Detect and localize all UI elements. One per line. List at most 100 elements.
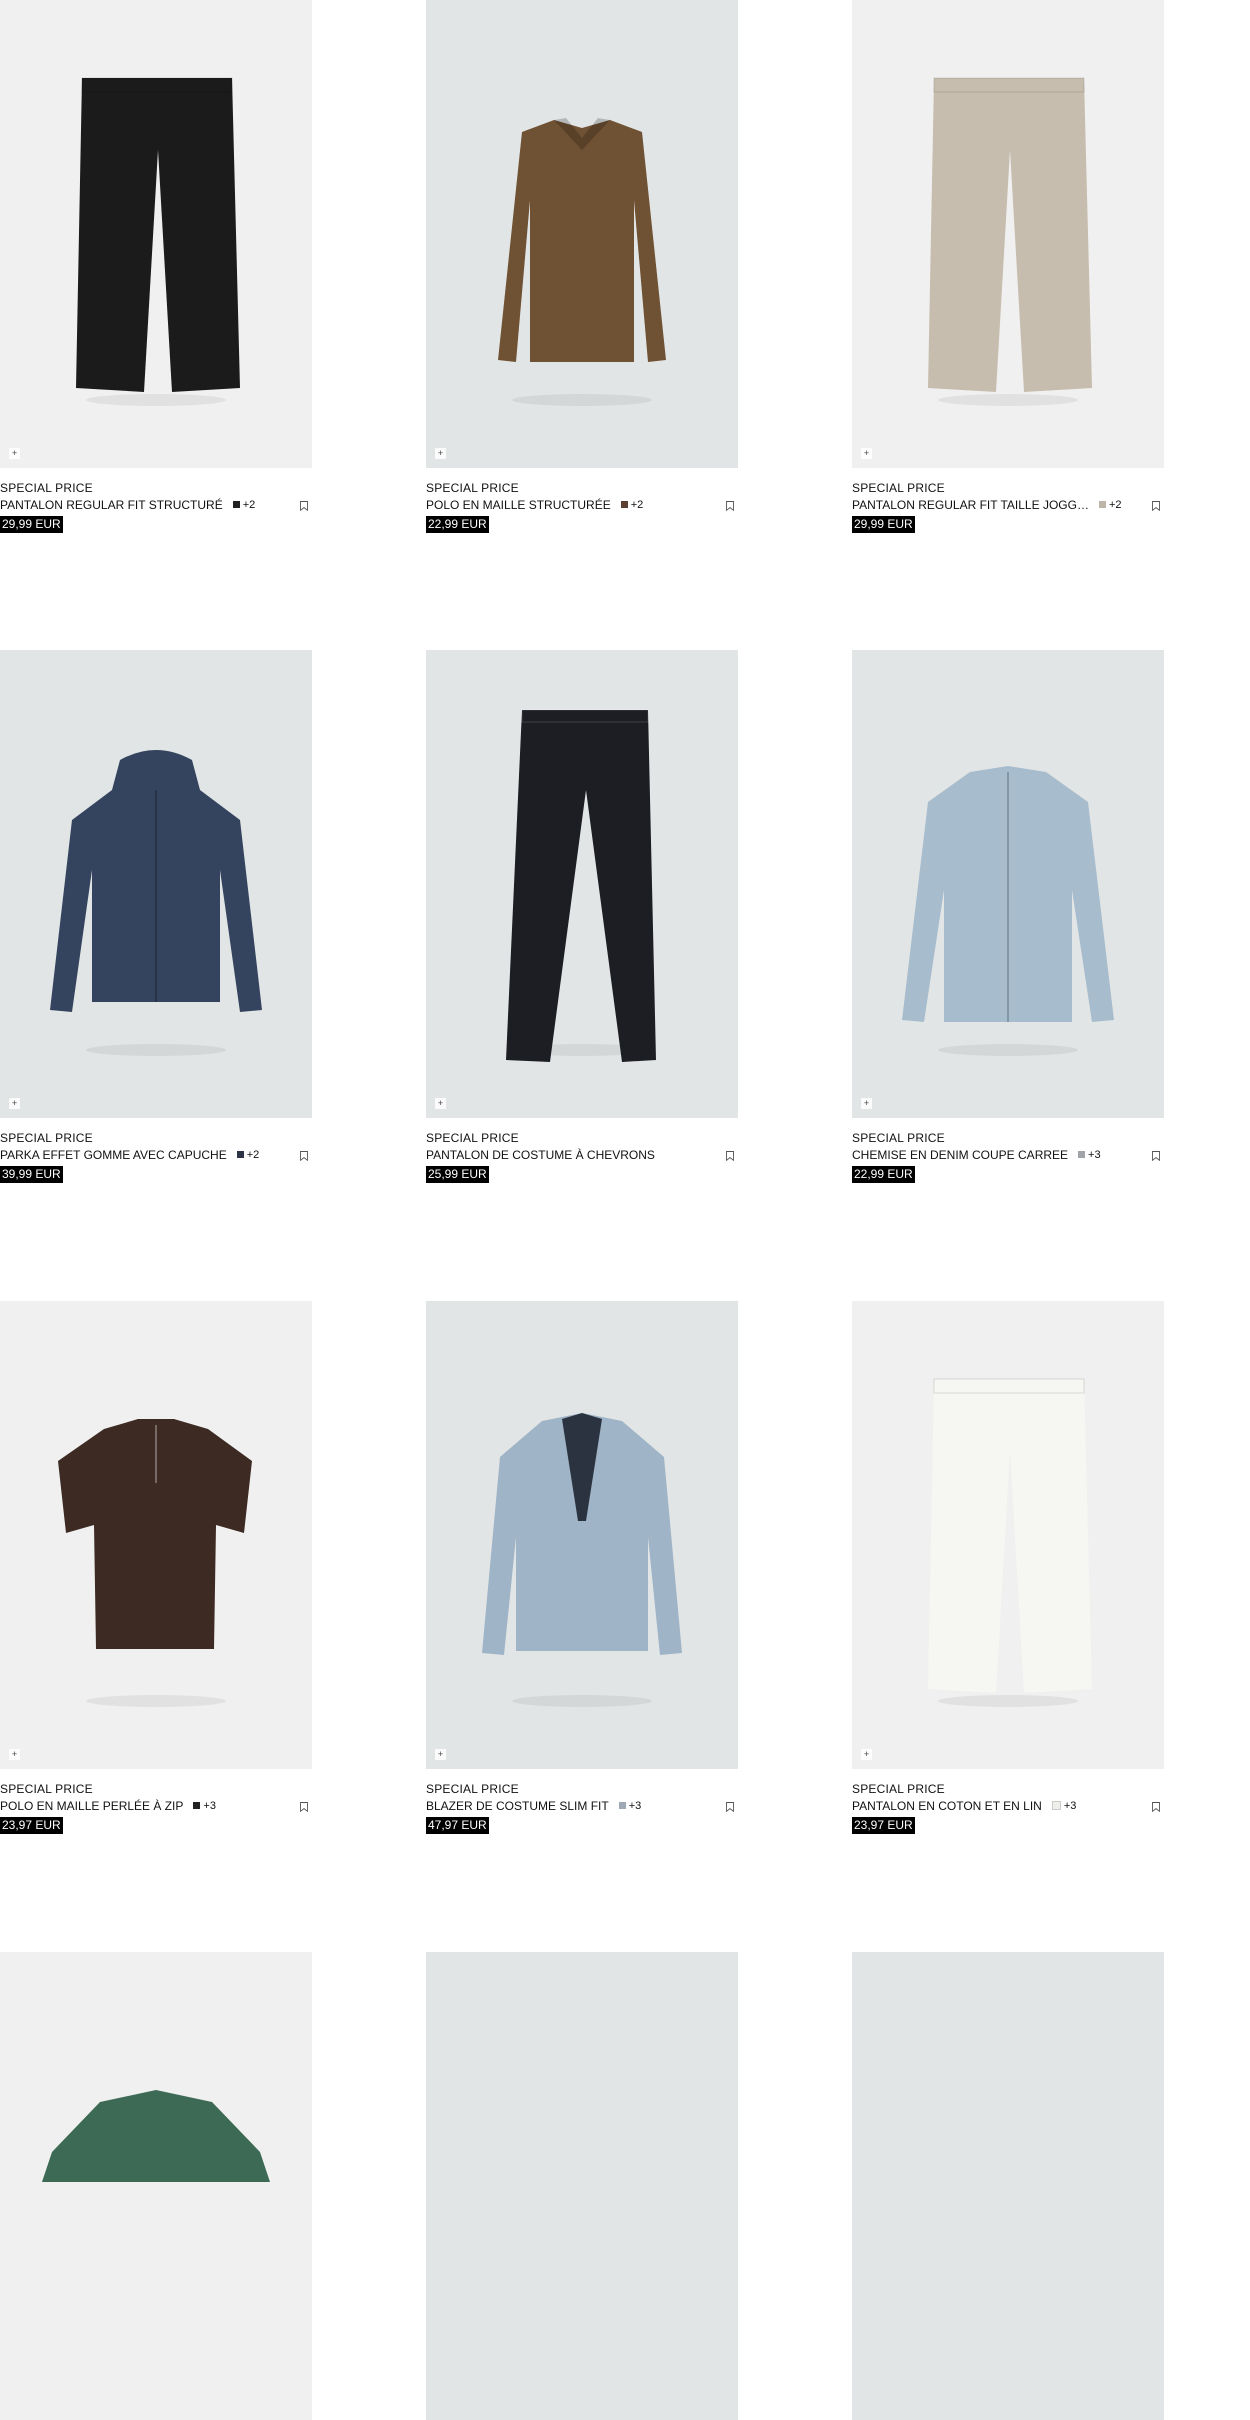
product-card[interactable] (0, 1952, 312, 2420)
garment-illustration (902, 766, 1114, 1056)
plus-icon[interactable]: + (861, 1098, 872, 1109)
special-price-tag: SPECIAL PRICE (852, 1131, 945, 1145)
product-image[interactable]: + (426, 1301, 738, 1769)
product-name[interactable]: PARKA EFFET GOMME AVEC CAPUCHE (0, 1146, 227, 1165)
product-name[interactable]: PANTALON EN COTON ET EN LIN (852, 1797, 1042, 1816)
product-name-row: CHEMISE EN DENIM COUPE CARREE +3 (852, 1146, 1164, 1165)
more-colors-count[interactable]: +3 (203, 1800, 216, 1812)
more-colors-count[interactable]: +3 (629, 1800, 642, 1812)
bookmark-icon[interactable] (1152, 501, 1160, 511)
product-card[interactable]: + SPECIAL PRICE PANTALON DE COSTUME À CHEV… (426, 650, 738, 1183)
color-swatch[interactable] (1051, 1801, 1061, 1811)
bookmark-icon[interactable] (1152, 1151, 1160, 1161)
price-label: 25,99 EUR (426, 1166, 489, 1183)
color-swatch[interactable] (1078, 1151, 1086, 1159)
garment-illustration (506, 709, 656, 1062)
product-name[interactable]: POLO EN MAILLE STRUCTURÉE (426, 496, 611, 515)
product-name-row: PANTALON DE COSTUME À CHEVRONS (426, 1146, 738, 1165)
product-image[interactable]: + (426, 0, 738, 468)
price-label: 39,99 EUR (0, 1166, 63, 1183)
bookmark-icon[interactable] (300, 501, 308, 511)
price-label: 22,99 EUR (852, 1166, 915, 1183)
product-card[interactable]: + SPECIAL PRICE CHEMISE EN DENIM COUPE CAR… (852, 650, 1164, 1183)
price-label: 23,97 EUR (852, 1817, 915, 1834)
plus-icon[interactable]: + (861, 448, 872, 459)
more-colors-count[interactable]: +2 (1109, 499, 1122, 511)
product-name[interactable]: PANTALON REGULAR FIT TAILLE JOGG… (852, 496, 1089, 515)
plus-icon[interactable]: + (9, 1098, 20, 1109)
price-label: 29,99 EUR (852, 516, 915, 533)
product-name-row: PANTALON REGULAR FIT TAILLE JOGG… +2 (852, 496, 1164, 515)
price-label: 23,97 EUR (0, 1817, 63, 1834)
product-name[interactable]: PANTALON REGULAR FIT STRUCTURÉ (0, 496, 223, 515)
more-colors-count[interactable]: +3 (1088, 1149, 1101, 1161)
special-price-tag: SPECIAL PRICE (426, 481, 519, 495)
garment-illustration (928, 77, 1092, 406)
product-name[interactable]: PANTALON DE COSTUME À CHEVRONS (426, 1146, 655, 1165)
plus-icon[interactable]: + (435, 1749, 446, 1760)
plus-icon[interactable]: + (435, 448, 446, 459)
product-grid: + SPECIAL PRICE PANTALON REGULAR FIT STRUC… (0, 0, 1250, 2420)
more-colors-count[interactable]: +2 (243, 499, 256, 511)
garment-illustration (852, 1952, 1164, 2420)
product-name-row: PANTALON EN COTON ET EN LIN +3 (852, 1797, 1164, 1816)
color-swatch[interactable] (236, 1151, 244, 1159)
product-card[interactable] (852, 1952, 1164, 2420)
garment-illustration (42, 2090, 270, 2182)
product-name[interactable]: BLAZER DE COSTUME SLIM FIT (426, 1797, 609, 1816)
bookmark-icon[interactable] (726, 501, 734, 511)
special-price-tag: SPECIAL PRICE (426, 1782, 519, 1796)
product-image[interactable]: + (0, 1301, 312, 1769)
product-image[interactable] (852, 1952, 1164, 2420)
product-card[interactable]: + SPECIAL PRICE PANTALON EN COTON ET EN LI… (852, 1301, 1164, 1834)
product-name-row: PARKA EFFET GOMME AVEC CAPUCHE +2 (0, 1146, 312, 1165)
more-colors-count[interactable]: +2 (631, 499, 644, 511)
plus-icon[interactable]: + (861, 1749, 872, 1760)
product-image[interactable]: + (426, 650, 738, 1118)
color-swatch[interactable] (620, 501, 628, 509)
product-image[interactable] (426, 1952, 738, 2420)
product-name-row: PANTALON REGULAR FIT STRUCTURÉ +2 (0, 496, 312, 515)
bookmark-icon[interactable] (726, 1151, 734, 1161)
product-name-row: BLAZER DE COSTUME SLIM FIT +3 (426, 1797, 738, 1816)
plus-icon[interactable]: + (9, 448, 20, 459)
product-card[interactable]: + SPECIAL PRICE PANTALON REGULAR FIT TAILL… (852, 0, 1164, 533)
product-image[interactable]: + (852, 1301, 1164, 1769)
product-card[interactable]: + SPECIAL PRICE BLAZER DE COSTUME SLIM FIT… (426, 1301, 738, 1834)
more-colors-count[interactable]: +3 (1064, 1800, 1077, 1812)
color-swatch[interactable] (618, 1802, 626, 1810)
color-swatch[interactable] (193, 1802, 201, 1810)
bookmark-icon[interactable] (726, 1802, 734, 1812)
bookmark-icon[interactable] (300, 1151, 308, 1161)
price-label: 29,99 EUR (0, 516, 63, 533)
product-card[interactable]: + SPECIAL PRICE POLO EN MAILLE STRUCTURÉE +… (426, 0, 738, 533)
product-image[interactable]: + (0, 650, 312, 1118)
product-image[interactable]: + (0, 0, 312, 468)
product-name[interactable]: POLO EN MAILLE PERLÉE À ZIP (0, 1797, 183, 1816)
product-name[interactable]: CHEMISE EN DENIM COUPE CARREE (852, 1146, 1068, 1165)
bookmark-icon[interactable] (1152, 1802, 1160, 1812)
color-swatch[interactable] (1098, 501, 1106, 509)
special-price-tag: SPECIAL PRICE (0, 1131, 93, 1145)
product-card[interactable]: + SPECIAL PRICE POLO EN MAILLE PERLÉE À ZI… (0, 1301, 312, 1834)
plus-icon[interactable]: + (435, 1098, 446, 1109)
garment-illustration (50, 750, 262, 1056)
product-card[interactable]: + SPECIAL PRICE PANTALON REGULAR FIT STRUC… (0, 0, 312, 533)
special-price-tag: SPECIAL PRICE (0, 481, 93, 495)
more-colors-count[interactable]: +2 (247, 1149, 260, 1161)
product-name-row: POLO EN MAILLE PERLÉE À ZIP +3 (0, 1797, 312, 1816)
garment-illustration (928, 1378, 1092, 1707)
bookmark-icon[interactable] (300, 1802, 308, 1812)
product-image[interactable] (0, 1952, 312, 2420)
garment-illustration (76, 77, 240, 406)
price-label: 22,99 EUR (426, 516, 489, 533)
garment-illustration (426, 1952, 738, 2420)
special-price-tag: SPECIAL PRICE (0, 1782, 93, 1796)
special-price-tag: SPECIAL PRICE (852, 1782, 945, 1796)
product-card[interactable]: + SPECIAL PRICE PARKA EFFET GOMME AVEC CAP… (0, 650, 312, 1183)
plus-icon[interactable]: + (9, 1749, 20, 1760)
product-image[interactable]: + (852, 0, 1164, 468)
product-image[interactable]: + (852, 650, 1164, 1118)
product-card[interactable] (426, 1952, 738, 2420)
color-swatch[interactable] (232, 501, 240, 509)
